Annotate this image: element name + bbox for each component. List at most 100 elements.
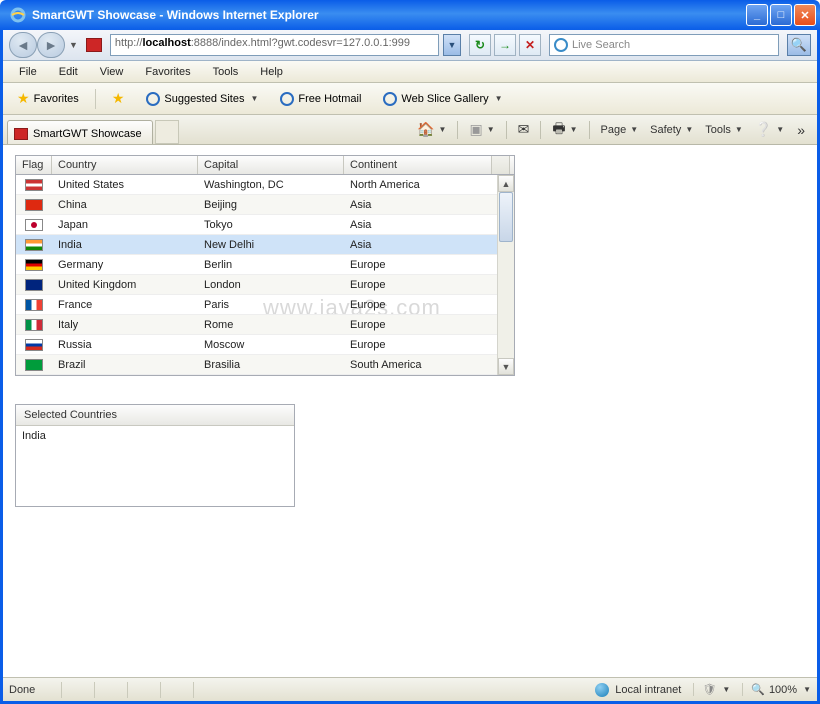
go-button[interactable]: → bbox=[494, 34, 516, 56]
selected-countries-panel: Selected Countries India bbox=[15, 404, 295, 507]
nav-dropdown-icon[interactable]: ▼ bbox=[69, 40, 78, 50]
window-title: SmartGWT Showcase - Windows Internet Exp… bbox=[32, 8, 746, 22]
cell-continent: Asia bbox=[344, 237, 492, 253]
cell-continent: Asia bbox=[344, 217, 492, 233]
search-button[interactable]: 🔍 bbox=[787, 34, 811, 56]
favorites-button[interactable]: ★ Favorites bbox=[11, 88, 85, 109]
cell-flag bbox=[16, 317, 52, 333]
page-menu[interactable]: Page▼ bbox=[598, 122, 642, 138]
favorites-bar: ★ Favorites ★ Suggested Sites ▼ Free Hot… bbox=[3, 83, 817, 115]
cell-capital: Berlin bbox=[198, 257, 344, 273]
cell-country: Japan bbox=[52, 217, 198, 233]
window-close-button[interactable]: ✕ bbox=[794, 4, 816, 26]
print-button[interactable]: 🖶▼ bbox=[549, 116, 580, 144]
ie-page-icon bbox=[383, 92, 397, 106]
ie-page-icon bbox=[280, 92, 294, 106]
scroll-up-button[interactable]: ▲ bbox=[498, 175, 514, 192]
web-slice-link[interactable]: Web Slice Gallery ▼ bbox=[377, 90, 508, 108]
cell-country: Brazil bbox=[52, 357, 198, 373]
flag-icon bbox=[25, 299, 43, 311]
cell-country: Germany bbox=[52, 257, 198, 273]
help-button[interactable]: ❔▼ bbox=[752, 119, 787, 140]
hotmail-label: Free Hotmail bbox=[298, 93, 361, 105]
table-row[interactable]: GermanyBerlinEurope bbox=[16, 255, 498, 275]
menu-favorites[interactable]: Favorites bbox=[137, 64, 198, 80]
cell-flag bbox=[16, 177, 52, 193]
feeds-button[interactable]: ▣▼ bbox=[466, 119, 497, 140]
table-row[interactable]: United KingdomLondonEurope bbox=[16, 275, 498, 295]
grid-header-flag[interactable]: Flag bbox=[16, 156, 52, 174]
cell-country: China bbox=[52, 197, 198, 213]
new-tab-button[interactable] bbox=[155, 120, 179, 144]
stop-button[interactable]: ✕ bbox=[519, 34, 541, 56]
scroll-down-button[interactable]: ▼ bbox=[498, 358, 514, 375]
search-input[interactable]: Live Search bbox=[549, 34, 779, 56]
zone-globe-icon bbox=[595, 683, 609, 697]
tab-favicon-icon bbox=[14, 128, 28, 140]
address-dropdown-button[interactable]: ▼ bbox=[443, 34, 461, 56]
tab-title: SmartGWT Showcase bbox=[33, 128, 142, 140]
url-host: localhost bbox=[142, 37, 190, 49]
flag-icon bbox=[25, 259, 43, 271]
grid-header-capital[interactable]: Capital bbox=[198, 156, 344, 174]
window-maximize-button[interactable]: □ bbox=[770, 4, 792, 26]
cell-flag bbox=[16, 217, 52, 233]
cell-country: United Kingdom bbox=[52, 277, 198, 293]
tools-label: Tools bbox=[705, 124, 731, 136]
scroll-thumb[interactable] bbox=[499, 192, 513, 242]
table-row[interactable]: RussiaMoscowEurope bbox=[16, 335, 498, 355]
chevron-down-icon[interactable]: ▼ bbox=[803, 685, 811, 694]
cell-flag bbox=[16, 197, 52, 213]
flag-icon bbox=[25, 199, 43, 211]
back-button[interactable]: ◄ bbox=[9, 32, 37, 58]
cell-capital: London bbox=[198, 277, 344, 293]
home-icon: 🏠 bbox=[417, 121, 434, 138]
free-hotmail-link[interactable]: Free Hotmail bbox=[274, 90, 367, 108]
cell-country: France bbox=[52, 297, 198, 313]
menu-view[interactable]: View bbox=[92, 64, 132, 80]
table-row[interactable]: IndiaNew DelhiAsia bbox=[16, 235, 498, 255]
menu-file[interactable]: File bbox=[11, 64, 45, 80]
menu-tools[interactable]: Tools bbox=[205, 64, 247, 80]
table-row[interactable]: JapanTokyoAsia bbox=[16, 215, 498, 235]
refresh-button[interactable]: ↻ bbox=[469, 34, 491, 56]
grid-scrollbar[interactable]: ▲ ▼ bbox=[497, 175, 514, 375]
grid-header-continent[interactable]: Continent bbox=[344, 156, 492, 174]
window-minimize-button[interactable]: _ bbox=[746, 4, 768, 26]
address-bar[interactable]: http://localhost:8888/index.html?gwt.cod… bbox=[110, 34, 439, 56]
menu-edit[interactable]: Edit bbox=[51, 64, 86, 80]
add-favorite-button[interactable]: ★ bbox=[106, 88, 131, 109]
read-mail-button[interactable]: ✉ bbox=[515, 119, 533, 140]
suggested-sites-link[interactable]: Suggested Sites ▼ bbox=[140, 90, 264, 108]
cell-continent: South America bbox=[344, 357, 492, 373]
cell-flag bbox=[16, 337, 52, 353]
grid-header-country[interactable]: Country bbox=[52, 156, 198, 174]
table-row[interactable]: United StatesWashington, DCNorth America bbox=[16, 175, 498, 195]
webslice-label: Web Slice Gallery bbox=[401, 93, 488, 105]
protected-mode-icon[interactable]: 🛡 bbox=[702, 683, 716, 696]
suggested-label: Suggested Sites bbox=[164, 93, 244, 105]
ie-page-icon bbox=[146, 92, 160, 106]
cell-continent: North America bbox=[344, 177, 492, 193]
menu-bar: File Edit View Favorites Tools Help bbox=[3, 61, 817, 83]
rss-icon: ▣ bbox=[469, 121, 482, 138]
zoom-level[interactable]: 100% bbox=[769, 684, 797, 696]
forward-button[interactable]: ► bbox=[37, 32, 65, 58]
table-row[interactable]: FranceParisEurope bbox=[16, 295, 498, 315]
table-row[interactable]: ItalyRomeEurope bbox=[16, 315, 498, 335]
table-row[interactable]: ChinaBeijingAsia bbox=[16, 195, 498, 215]
safety-menu[interactable]: Safety▼ bbox=[647, 122, 696, 138]
magnifier-icon: 🔍 bbox=[791, 37, 807, 53]
overflow-chevron-icon[interactable]: » bbox=[793, 122, 809, 138]
search-placeholder: Live Search bbox=[572, 39, 630, 51]
security-zone: Local intranet bbox=[615, 684, 681, 696]
menu-help[interactable]: Help bbox=[252, 64, 291, 80]
cell-flag bbox=[16, 277, 52, 293]
browser-tab[interactable]: SmartGWT Showcase bbox=[7, 120, 153, 144]
safety-label: Safety bbox=[650, 124, 681, 136]
tools-menu[interactable]: Tools▼ bbox=[702, 122, 746, 138]
url-path: :8888/index.html?gwt.codesvr=127.0.0.1:9… bbox=[191, 37, 410, 49]
table-row[interactable]: BrazilBrasiliaSouth America bbox=[16, 355, 498, 375]
home-button[interactable]: 🏠▼ bbox=[414, 119, 449, 140]
selected-panel-title: Selected Countries bbox=[16, 405, 294, 426]
